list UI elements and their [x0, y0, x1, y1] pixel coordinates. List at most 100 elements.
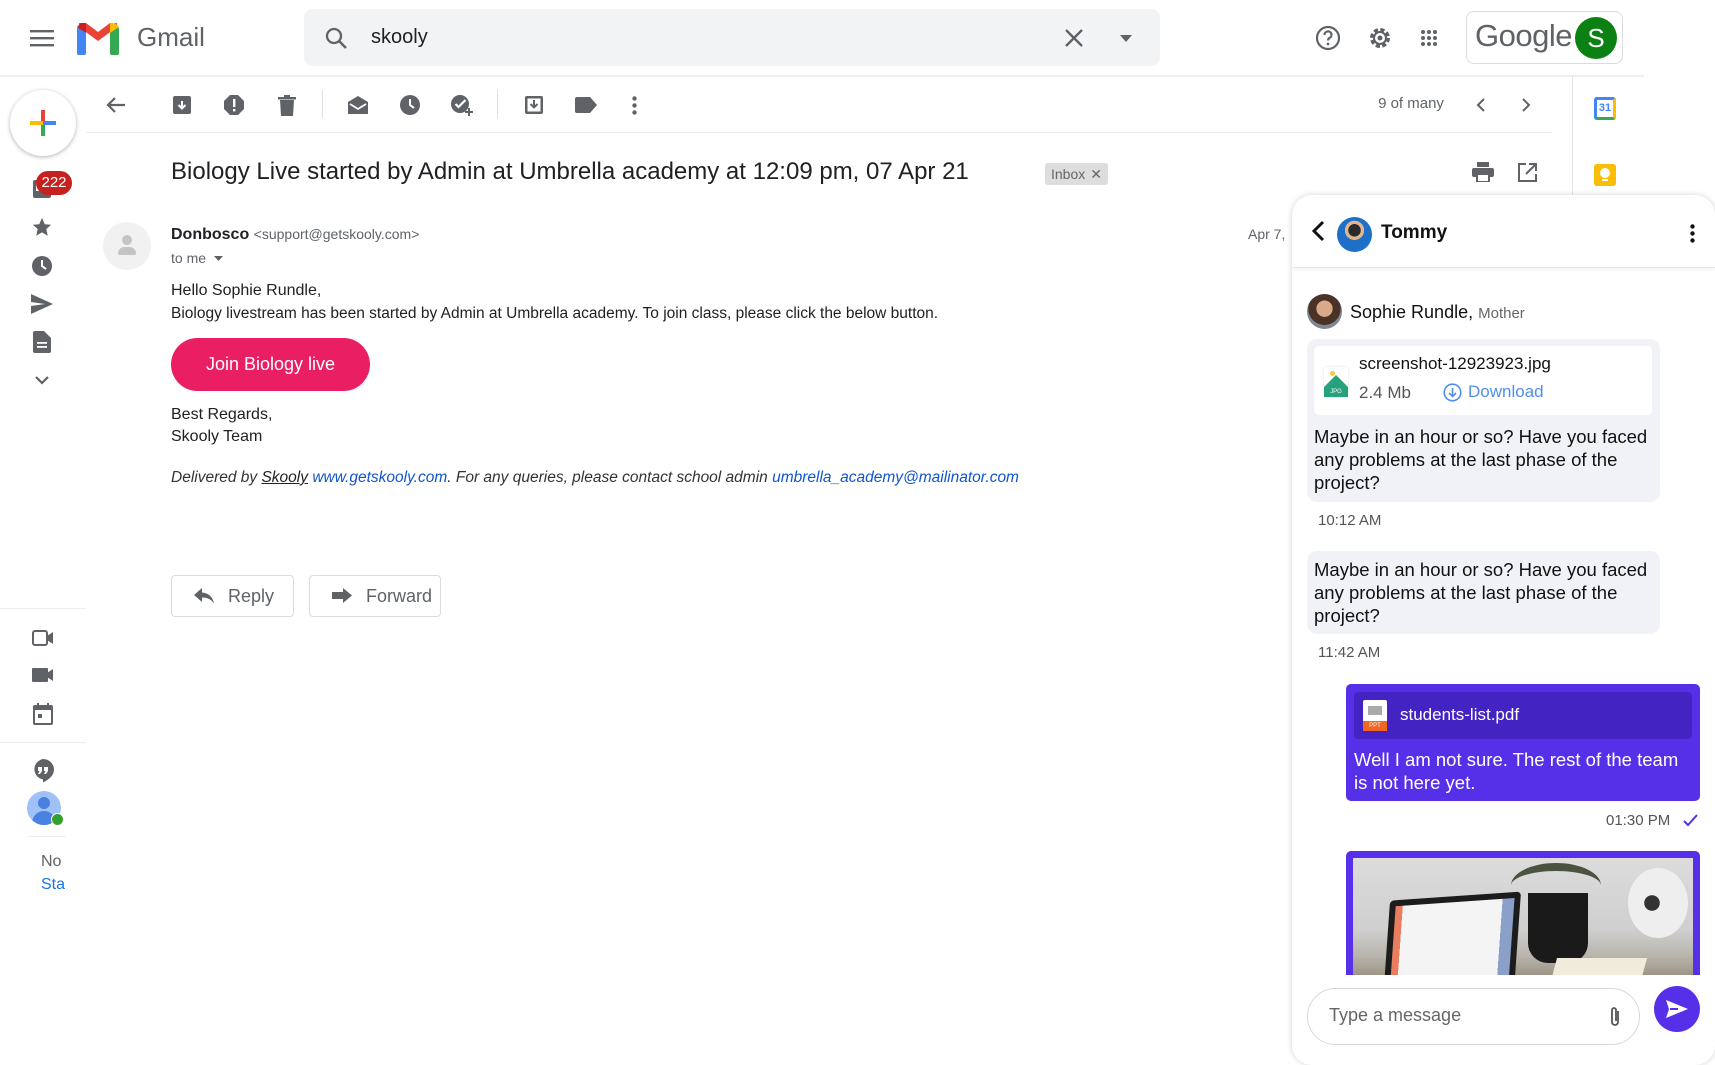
apps-grid-icon[interactable] [1417, 26, 1441, 50]
help-icon[interactable] [1314, 24, 1342, 52]
attachment-file-size: 2.4 Mb [1359, 383, 1411, 402]
mark-unread-icon[interactable] [345, 92, 371, 118]
sender-line: Donbosco <support@getskooly.com> [171, 226, 419, 244]
tommy-avatar[interactable] [1337, 217, 1372, 252]
search-options-icon[interactable] [1115, 27, 1137, 49]
google-keep-icon[interactable] [1594, 164, 1616, 186]
search-bar[interactable]: skooly [304, 9, 1160, 66]
remove-label-icon[interactable]: ✕ [1090, 163, 1102, 185]
message-time: 01:30 PM [1606, 812, 1671, 829]
toolbar-divider [86, 132, 1552, 133]
message-sender: Sophie Rundle, Mother [1350, 302, 1525, 323]
drafts-icon[interactable] [30, 330, 54, 354]
account-avatar[interactable]: S [1575, 17, 1617, 59]
message-time: 11:42 AM [1318, 644, 1381, 661]
calendar-icon[interactable] [30, 702, 56, 726]
sender-role: Mother [1478, 305, 1525, 322]
hangouts-empty-text: No [41, 853, 62, 870]
read-check-icon [1683, 814, 1698, 827]
main-menu-icon[interactable] [28, 25, 56, 51]
sophie-avatar [1307, 294, 1342, 329]
more-chevron-down-icon[interactable] [30, 368, 54, 392]
compose-button[interactable] [10, 90, 76, 156]
clear-search-icon[interactable] [1061, 25, 1087, 51]
sender-avatar [103, 222, 151, 270]
next-email-chevron-icon[interactable] [1513, 92, 1539, 118]
snoozed-clock-icon[interactable] [30, 254, 54, 278]
gmail-logo[interactable] [77, 21, 119, 55]
online-status-dot [51, 813, 64, 826]
message-input[interactable]: Type a message [1307, 988, 1640, 1045]
chat-more-options-icon[interactable] [1686, 221, 1698, 245]
starred-icon[interactable] [30, 215, 54, 239]
join-meeting-video-icon[interactable] [30, 663, 56, 687]
google-calendar-icon[interactable]: 31 [1594, 97, 1616, 120]
footer-text: Delivered by [171, 469, 262, 486]
hangouts-icon[interactable] [30, 758, 56, 784]
open-in-new-window-icon[interactable] [1514, 160, 1540, 184]
chat-back-chevron-icon[interactable] [1306, 217, 1330, 245]
new-meeting-video-icon[interactable] [30, 626, 56, 650]
chat-panel: Tommy Sophie Rundle, Mother JPG screensh… [1292, 195, 1715, 1065]
email-body: Biology livestream has been started by A… [171, 305, 939, 322]
inbox-label-chip: Inbox ✕ [1045, 163, 1108, 185]
recipient-dropdown[interactable]: to me [171, 250, 224, 266]
google-account-button[interactable]: Google S [1466, 11, 1623, 64]
settings-gear-icon[interactable] [1366, 24, 1394, 52]
email-subject: Biology Live started by Admin at Umbrell… [171, 158, 969, 185]
add-to-tasks-icon[interactable] [449, 92, 475, 118]
skooly-link[interactable]: Skooly [261, 469, 308, 486]
sender-name: Donbosco [171, 226, 250, 243]
previous-email-chevron-icon[interactable] [1467, 92, 1493, 118]
file-type-badge: PPT [1363, 721, 1387, 731]
join-biology-live-button[interactable]: Join Biology live [171, 338, 370, 391]
more-options-icon[interactable] [621, 92, 647, 118]
recipient-text: to me [171, 250, 207, 266]
search-icon[interactable] [322, 24, 350, 52]
delete-trash-icon[interactable] [274, 92, 300, 118]
sidebar-divider [0, 742, 86, 743]
regards-line: Best Regards, [171, 406, 273, 423]
chat-image-message[interactable] [1346, 851, 1700, 975]
attachment-file-name: screenshot-12923923.jpg [1359, 354, 1551, 373]
signature-line: Skooly Team [171, 428, 263, 445]
archive-icon[interactable] [169, 92, 195, 118]
report-spam-icon[interactable] [221, 92, 247, 118]
photo-notebook [1548, 958, 1648, 975]
chat-message-incoming: Maybe in an hour or so? Have you faced a… [1307, 551, 1660, 634]
sidebar-divider [0, 608, 86, 609]
email-date: Apr 7, [1248, 226, 1286, 242]
reply-button[interactable]: Reply [171, 575, 294, 617]
chat-contact-name: Tommy [1381, 222, 1448, 243]
move-to-icon[interactable] [521, 92, 547, 118]
attachment-card: JPG screenshot-12923923.jpg 2.4 Mb Downl… [1314, 346, 1652, 415]
admin-email-link[interactable]: umbrella_academy@mailinator.com [772, 469, 1019, 486]
inbox-unread-badge: 222 [36, 171, 72, 195]
back-arrow-icon[interactable] [103, 92, 129, 118]
forward-button[interactable]: Forward [309, 575, 441, 617]
header-divider [0, 75, 1644, 77]
message-input-placeholder: Type a message [1329, 1005, 1462, 1025]
start-chat-link[interactable]: Sta [41, 876, 67, 894]
jpg-file-icon: JPG [1324, 367, 1348, 397]
toolbar-separator [497, 90, 498, 118]
snooze-clock-icon[interactable] [397, 92, 423, 118]
shared-photo[interactable] [1353, 858, 1693, 975]
website-link[interactable]: www.getskooly.com [312, 469, 447, 486]
search-input[interactable]: skooly [371, 26, 428, 49]
pagination-text: 9 of many [1378, 95, 1444, 112]
download-button[interactable]: Download [1443, 382, 1544, 402]
side-panel-divider [1572, 76, 1573, 196]
label-icon[interactable] [573, 92, 599, 118]
message-text: Maybe in an hour or so? Have you faced a… [1314, 426, 1648, 493]
attach-paperclip-icon[interactable] [1607, 1005, 1623, 1029]
google-wordmark: Google [1475, 18, 1572, 53]
send-message-button[interactable] [1654, 986, 1700, 1032]
delivery-footer: Delivered by Skooly www.getskooly.com. F… [171, 467, 1019, 489]
reply-arrow-icon [194, 588, 214, 604]
print-icon[interactable] [1470, 160, 1496, 184]
chat-message-outgoing: PPT students-list.pdf Well I am not sure… [1346, 684, 1700, 801]
sidebar-divider [27, 836, 66, 837]
sent-icon[interactable] [30, 292, 54, 316]
attachment-card: PPT students-list.pdf [1354, 692, 1692, 739]
